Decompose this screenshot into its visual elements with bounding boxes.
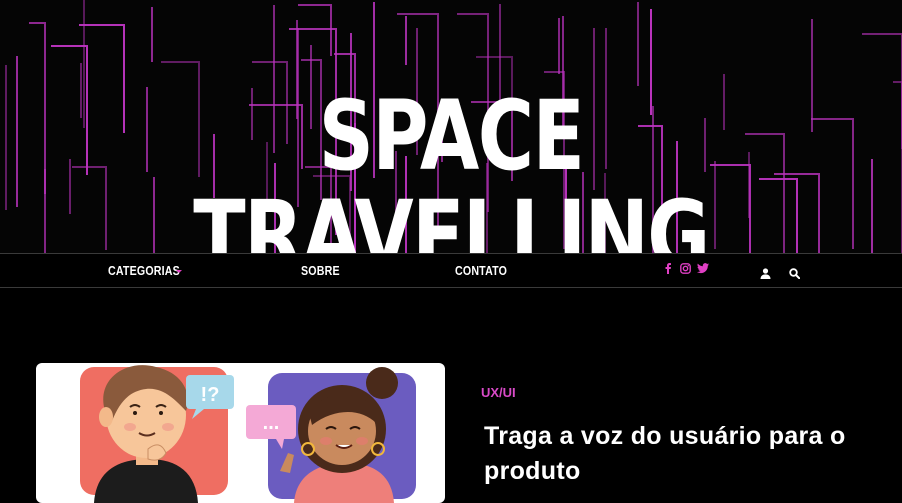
neon-line (893, 81, 902, 253)
search-icon[interactable] (789, 264, 801, 283)
nav-contact[interactable]: CONTATO (455, 263, 507, 278)
neon-line (298, 4, 332, 56)
bubble-dots-text: ... (263, 412, 280, 434)
neon-line (811, 118, 854, 249)
main-navigation: CATEGORIAS SOBRE CONTATO (0, 253, 902, 288)
nav-about[interactable]: SOBRE (301, 263, 340, 278)
chevron-down-icon[interactable] (176, 270, 182, 273)
neon-line (862, 33, 902, 149)
featured-post-image[interactable]: !? ... (36, 363, 445, 503)
post-title[interactable]: Traga a voz do usuário para o produto (484, 419, 884, 489)
nav-categories[interactable]: CATEGORIAS (108, 263, 180, 278)
twitter-icon[interactable] (697, 263, 709, 277)
facebook-icon[interactable] (664, 263, 672, 277)
neon-line (29, 22, 46, 194)
user-icon[interactable] (760, 264, 771, 283)
site-title[interactable]: SPACE TRAVELLING (90, 86, 812, 253)
instagram-icon[interactable] (680, 263, 691, 277)
bubble-question-text: !? (201, 384, 220, 406)
post-category-tag[interactable]: UX/UI (481, 385, 516, 400)
hero-banner: SPACE TRAVELLING (0, 0, 902, 253)
